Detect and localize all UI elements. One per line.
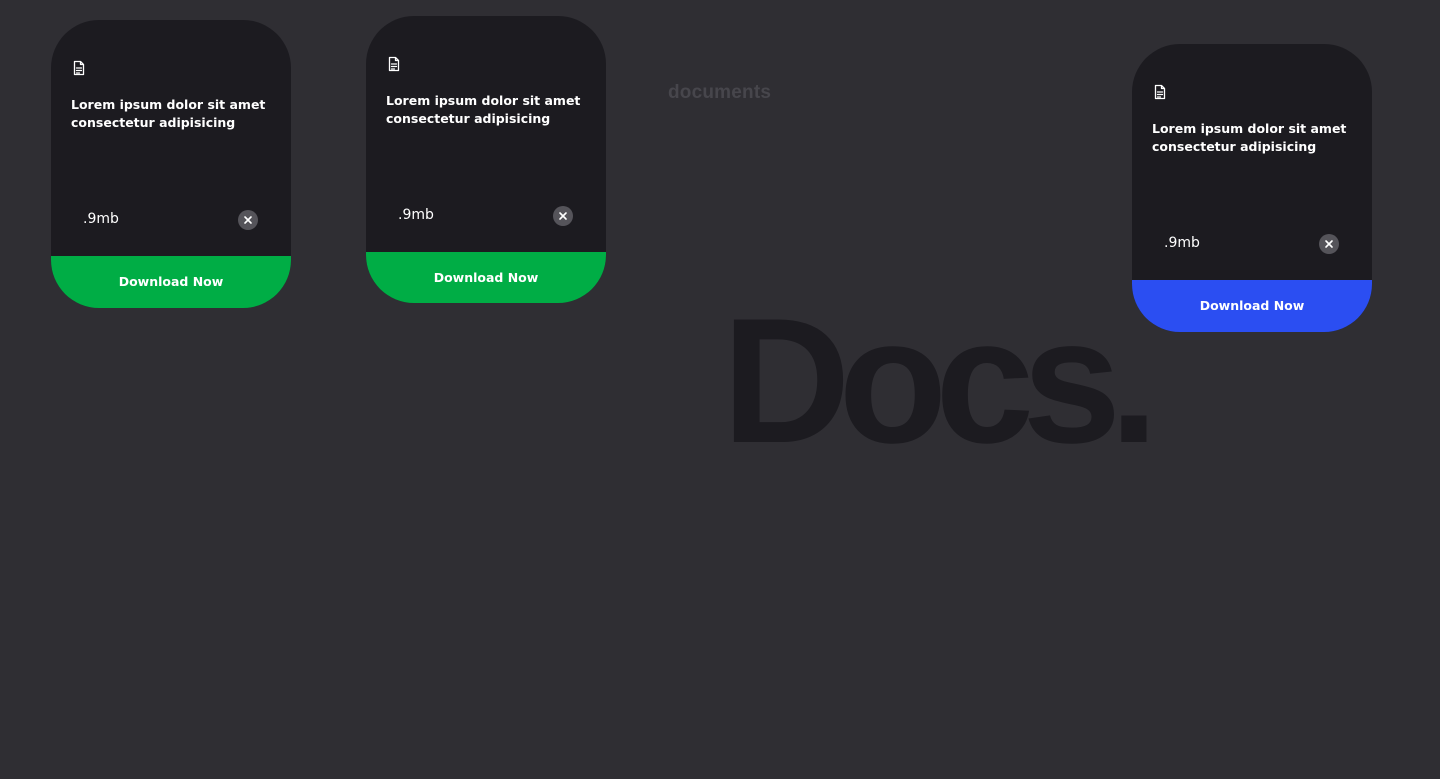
- document-icon: [388, 56, 400, 72]
- download-now-button[interactable]: Download Now: [1132, 280, 1372, 332]
- document-title: Lorem ipsum dolor sit amet consectetur a…: [386, 93, 581, 126]
- remove-button[interactable]: [1319, 234, 1339, 254]
- document-icon: [73, 60, 85, 76]
- document-icon: [1154, 84, 1166, 100]
- document-title: Lorem ipsum dolor sit amet consectetur a…: [1152, 121, 1347, 154]
- close-icon: [1325, 240, 1333, 248]
- remove-button[interactable]: [553, 206, 573, 226]
- document-card: Lorem ipsum dolor sit amet consectetur a…: [51, 20, 291, 308]
- document-card: Lorem ipsum dolor sit amet consectetur a…: [1132, 44, 1372, 332]
- file-size: .9mb: [1164, 235, 1200, 251]
- download-now-button[interactable]: Download Now: [366, 252, 606, 303]
- download-now-button[interactable]: Download Now: [51, 256, 291, 308]
- document-card: Lorem ipsum dolor sit amet consectetur a…: [366, 16, 606, 303]
- file-size: .9mb: [83, 211, 119, 227]
- close-icon: [244, 216, 252, 224]
- brand-heading: Docs.: [722, 281, 1159, 480]
- section-label: documents: [668, 82, 772, 103]
- close-icon: [559, 212, 567, 220]
- document-title: Lorem ipsum dolor sit amet consectetur a…: [71, 97, 266, 130]
- remove-button[interactable]: [238, 210, 258, 230]
- file-size: .9mb: [398, 207, 434, 223]
